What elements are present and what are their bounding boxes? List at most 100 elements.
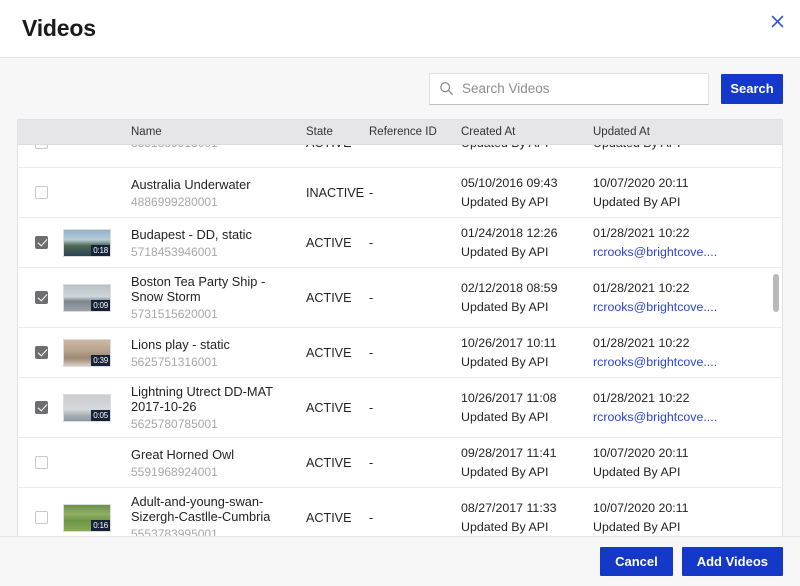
column-header-name[interactable]: Name xyxy=(131,126,306,138)
table-row[interactable]: Australia Underwater4886999280001INACTIV… xyxy=(18,168,782,218)
row-state-cell: ACTIVE xyxy=(306,234,369,252)
row-reference-id-cell: - xyxy=(369,289,461,307)
row-updated-at-cell: 01/28/2021 10:22rcrooks@brightcove.... xyxy=(593,336,771,369)
video-name[interactable]: Budapest - DD, static xyxy=(131,227,300,242)
row-thumbnail-cell: 0:09 xyxy=(63,284,131,312)
row-select-cell xyxy=(18,454,63,472)
updated-at-date: 10/07/2020 20:11 xyxy=(593,446,771,460)
video-name[interactable]: Great Horned Owl xyxy=(131,447,300,462)
created-by: Updated By API xyxy=(461,195,593,209)
row-checkbox[interactable] xyxy=(35,456,48,469)
videos-modal: Videos Search xyxy=(0,0,800,586)
search-toolbar: Search xyxy=(0,58,800,119)
video-thumbnail[interactable]: 0:05 xyxy=(63,394,111,422)
row-reference-id-cell: - xyxy=(369,234,461,252)
video-thumbnail[interactable]: 0:18 xyxy=(63,229,111,257)
row-name-cell: Budapest - DD, static5718453946001 xyxy=(131,227,306,259)
column-header-updated-at[interactable]: Updated At xyxy=(593,126,771,138)
table-body: 3851389913001ACTIVE-Updated By APIUpdate… xyxy=(18,145,782,536)
video-name[interactable]: Boston Tea Party Ship - Snow Storm xyxy=(131,274,300,304)
table-row[interactable]: Great Horned Owl5591968924001ACTIVE-09/2… xyxy=(18,438,782,488)
duration-badge: 0:09 xyxy=(91,300,110,311)
close-icon[interactable] xyxy=(766,10,788,32)
row-updated-at-cell: 10/07/2020 20:11Updated By API xyxy=(593,501,771,534)
row-name-cell: Boston Tea Party Ship - Snow Storm573151… xyxy=(131,274,306,321)
row-updated-at-cell: 01/28/2021 10:22rcrooks@brightcove.... xyxy=(593,226,771,259)
video-name[interactable]: Lions play - static xyxy=(131,337,300,352)
videos-table: Name State Reference ID Created At Updat… xyxy=(17,119,783,536)
row-name-cell: Australia Underwater 4886999280001 xyxy=(131,177,306,209)
video-name[interactable]: Australia Underwater xyxy=(131,177,300,192)
updated-by-link[interactable]: rcrooks@brightcove.... xyxy=(593,355,771,369)
row-name-cell: 3851389913001 xyxy=(131,145,306,150)
updated-by-link[interactable]: rcrooks@brightcove.... xyxy=(593,300,771,314)
created-by: Updated By API xyxy=(461,245,593,259)
row-select-cell xyxy=(18,399,63,417)
created-by: Updated By API xyxy=(461,300,593,314)
status-badge: ACTIVE xyxy=(306,401,352,415)
row-checkbox-checked[interactable] xyxy=(35,291,48,304)
video-name[interactable]: Adult-and-young-swan-Sizergh-Castlle-Cum… xyxy=(131,494,300,524)
column-header-created-at[interactable]: Created At xyxy=(461,126,593,138)
updated-by: Updated By API xyxy=(593,465,771,479)
row-checkbox-checked[interactable] xyxy=(35,401,48,414)
updated-by-link[interactable]: rcrooks@brightcove.... xyxy=(593,410,771,424)
table-row[interactable]: 0:18 Budapest - DD, static5718453946001AC… xyxy=(18,218,782,268)
table-scroll-area[interactable]: 3851389913001ACTIVE-Updated By APIUpdate… xyxy=(18,145,782,536)
video-id: 5625751316001 xyxy=(131,355,300,369)
row-checkbox-checked[interactable] xyxy=(35,346,48,359)
created-at-date: 10/26/2017 10:11 xyxy=(461,336,593,350)
video-id: 5625780785001 xyxy=(131,417,300,431)
column-header-reference-id[interactable]: Reference ID xyxy=(369,126,461,138)
reference-id-value: - xyxy=(369,511,373,525)
modal-body: Search Name State Reference ID Created A… xyxy=(0,57,800,536)
scrollbar-thumb[interactable] xyxy=(773,274,779,312)
status-badge: ACTIVE xyxy=(306,511,352,525)
created-at-date: 09/28/2017 11:41 xyxy=(461,446,593,460)
created-at-date: 08/27/2017 11:33 xyxy=(461,501,593,515)
row-updated-at-cell: 01/28/2021 10:22rcrooks@brightcove.... xyxy=(593,281,771,314)
video-thumbnail[interactable]: 0:09 xyxy=(63,284,111,312)
column-header-state[interactable]: State xyxy=(306,126,369,138)
video-thumbnail[interactable]: 0:16 xyxy=(63,504,111,532)
add-videos-button[interactable]: Add Videos xyxy=(682,547,783,576)
created-at-date: 01/24/2018 12:26 xyxy=(461,226,593,240)
video-thumbnail[interactable]: 0:39 xyxy=(63,339,111,367)
updated-by: Updated By API xyxy=(593,195,771,209)
created-by: Updated By API xyxy=(461,410,593,424)
vertical-scrollbar[interactable] xyxy=(773,146,779,534)
row-name-cell: Lions play - static 5625751316001 xyxy=(131,337,306,369)
video-id: 5553783995001 xyxy=(131,527,300,536)
table-row[interactable]: 0:09 Boston Tea Party Ship - Snow Storm57… xyxy=(18,268,782,328)
table-row[interactable]: 0:16 Adult-and-young-swan-Sizergh-Castlle… xyxy=(18,488,782,536)
search-input[interactable] xyxy=(462,81,699,96)
video-name[interactable]: Lightning Utrect DD-MAT 2017-10-26 xyxy=(131,384,300,414)
row-checkbox-checked[interactable] xyxy=(35,236,48,249)
row-thumbnail-cell: 0:18 xyxy=(63,229,131,257)
row-thumbnail-cell: 0:05 xyxy=(63,394,131,422)
row-updated-at-cell: 10/07/2020 20:11 Updated By API xyxy=(593,446,771,479)
search-button[interactable]: Search xyxy=(721,74,783,104)
row-reference-id-cell: - xyxy=(369,454,461,472)
row-created-at-cell: 09/28/2017 11:41Updated By API xyxy=(461,446,593,479)
row-reference-id-cell: - xyxy=(369,344,461,362)
video-id: 4886999280001 xyxy=(131,195,300,209)
table-row[interactable]: 0:39Lions play - static5625751316001ACTI… xyxy=(18,328,782,378)
table-row[interactable]: 3851389913001ACTIVE-Updated By APIUpdate… xyxy=(18,145,782,168)
search-field[interactable] xyxy=(429,73,709,105)
table-row[interactable]: 0:05 Lightning Utrect DD-MAT 2017-10-26 56… xyxy=(18,378,782,438)
row-created-at-cell: Updated By API xyxy=(461,145,593,150)
row-select-cell xyxy=(18,289,63,307)
row-state-cell: ACTIVE xyxy=(306,145,369,152)
updated-by-link[interactable]: rcrooks@brightcove.... xyxy=(593,245,771,259)
cancel-button[interactable]: Cancel xyxy=(600,547,673,576)
row-select-cell xyxy=(18,344,63,362)
modal-footer: Cancel Add Videos xyxy=(0,536,800,586)
row-checkbox[interactable] xyxy=(35,511,48,524)
created-at-date: 10/26/2017 11:08 xyxy=(461,391,593,405)
row-checkbox[interactable] xyxy=(35,145,48,149)
row-name-cell: Great Horned Owl5591968924001 xyxy=(131,447,306,479)
row-select-cell xyxy=(18,509,63,527)
row-checkbox[interactable] xyxy=(35,186,48,199)
updated-at-date: 01/28/2021 10:22 xyxy=(593,391,771,405)
